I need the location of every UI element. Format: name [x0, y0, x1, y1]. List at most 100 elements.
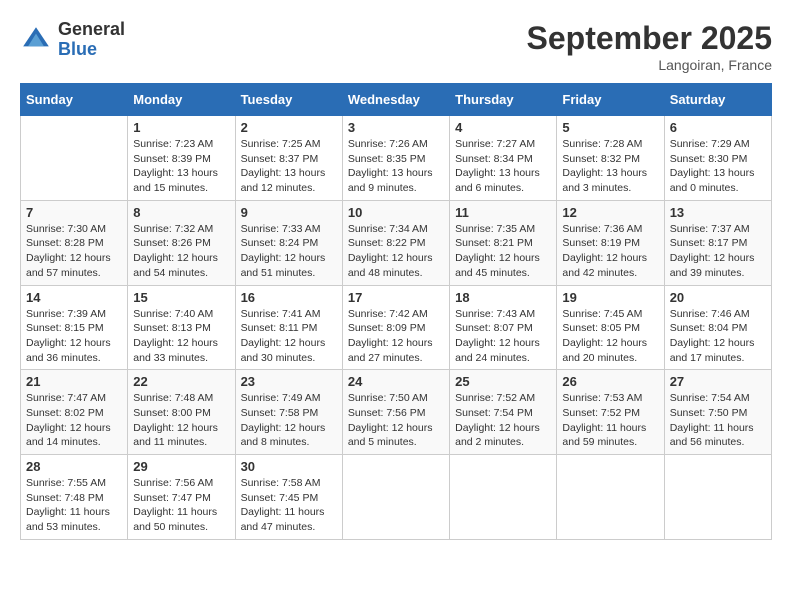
- cell-text: and 50 minutes.: [133, 520, 229, 535]
- cell-text: Sunrise: 7:56 AM: [133, 476, 229, 491]
- col-header-wednesday: Wednesday: [342, 84, 449, 116]
- calendar-cell: 17Sunrise: 7:42 AMSunset: 8:09 PMDayligh…: [342, 285, 449, 370]
- day-number: 25: [455, 374, 551, 389]
- cell-text: Sunset: 8:30 PM: [670, 152, 766, 167]
- cell-text: Sunrise: 7:48 AM: [133, 391, 229, 406]
- cell-text: Daylight: 13 hours: [133, 166, 229, 181]
- cell-text: and 33 minutes.: [133, 351, 229, 366]
- cell-text: Sunrise: 7:52 AM: [455, 391, 551, 406]
- cell-text: and 54 minutes.: [133, 266, 229, 281]
- cell-text: Sunrise: 7:55 AM: [26, 476, 122, 491]
- cell-text: Sunrise: 7:58 AM: [241, 476, 337, 491]
- cell-text: Daylight: 12 hours: [133, 421, 229, 436]
- cell-text: Daylight: 12 hours: [670, 251, 766, 266]
- cell-text: and 53 minutes.: [26, 520, 122, 535]
- cell-text: and 56 minutes.: [670, 435, 766, 450]
- cell-text: Sunrise: 7:45 AM: [562, 307, 658, 322]
- cell-text: Sunset: 7:50 PM: [670, 406, 766, 421]
- cell-text: and 15 minutes.: [133, 181, 229, 196]
- header-row: SundayMondayTuesdayWednesdayThursdayFrid…: [21, 84, 772, 116]
- calendar-cell: 26Sunrise: 7:53 AMSunset: 7:52 PMDayligh…: [557, 370, 664, 455]
- cell-text: Daylight: 12 hours: [670, 336, 766, 351]
- cell-text: and 9 minutes.: [348, 181, 444, 196]
- day-number: 3: [348, 120, 444, 135]
- calendar-cell: 14Sunrise: 7:39 AMSunset: 8:15 PMDayligh…: [21, 285, 128, 370]
- week-row-5: 28Sunrise: 7:55 AMSunset: 7:48 PMDayligh…: [21, 455, 772, 540]
- day-number: 10: [348, 205, 444, 220]
- col-header-tuesday: Tuesday: [235, 84, 342, 116]
- cell-text: Sunset: 8:35 PM: [348, 152, 444, 167]
- cell-text: and 39 minutes.: [670, 266, 766, 281]
- cell-text: Daylight: 13 hours: [348, 166, 444, 181]
- location-text: Langoiran, France: [527, 57, 772, 73]
- cell-text: Sunset: 8:24 PM: [241, 236, 337, 251]
- day-number: 13: [670, 205, 766, 220]
- cell-text: Sunset: 8:15 PM: [26, 321, 122, 336]
- cell-text: Sunset: 7:47 PM: [133, 491, 229, 506]
- day-number: 22: [133, 374, 229, 389]
- col-header-saturday: Saturday: [664, 84, 771, 116]
- cell-text: Daylight: 13 hours: [670, 166, 766, 181]
- cell-text: Sunset: 8:02 PM: [26, 406, 122, 421]
- calendar-cell: [342, 455, 449, 540]
- cell-text: Daylight: 12 hours: [455, 421, 551, 436]
- cell-text: Sunrise: 7:39 AM: [26, 307, 122, 322]
- cell-text: Sunrise: 7:26 AM: [348, 137, 444, 152]
- calendar-cell: 12Sunrise: 7:36 AMSunset: 8:19 PMDayligh…: [557, 200, 664, 285]
- cell-text: and 48 minutes.: [348, 266, 444, 281]
- calendar-cell: 9Sunrise: 7:33 AMSunset: 8:24 PMDaylight…: [235, 200, 342, 285]
- day-number: 6: [670, 120, 766, 135]
- cell-text: and 8 minutes.: [241, 435, 337, 450]
- cell-text: and 11 minutes.: [133, 435, 229, 450]
- calendar-cell: 15Sunrise: 7:40 AMSunset: 8:13 PMDayligh…: [128, 285, 235, 370]
- day-number: 2: [241, 120, 337, 135]
- calendar-cell: 19Sunrise: 7:45 AMSunset: 8:05 PMDayligh…: [557, 285, 664, 370]
- calendar-cell: 30Sunrise: 7:58 AMSunset: 7:45 PMDayligh…: [235, 455, 342, 540]
- day-number: 18: [455, 290, 551, 305]
- cell-text: Sunrise: 7:50 AM: [348, 391, 444, 406]
- cell-text: Sunrise: 7:54 AM: [670, 391, 766, 406]
- day-number: 20: [670, 290, 766, 305]
- cell-text: Sunset: 7:52 PM: [562, 406, 658, 421]
- day-number: 27: [670, 374, 766, 389]
- cell-text: and 0 minutes.: [670, 181, 766, 196]
- week-row-4: 21Sunrise: 7:47 AMSunset: 8:02 PMDayligh…: [21, 370, 772, 455]
- calendar-cell: 2Sunrise: 7:25 AMSunset: 8:37 PMDaylight…: [235, 116, 342, 201]
- day-number: 4: [455, 120, 551, 135]
- calendar-cell: 24Sunrise: 7:50 AMSunset: 7:56 PMDayligh…: [342, 370, 449, 455]
- day-number: 5: [562, 120, 658, 135]
- cell-text: Daylight: 12 hours: [562, 336, 658, 351]
- calendar-cell: [664, 455, 771, 540]
- cell-text: and 30 minutes.: [241, 351, 337, 366]
- calendar-cell: 6Sunrise: 7:29 AMSunset: 8:30 PMDaylight…: [664, 116, 771, 201]
- calendar-cell: [557, 455, 664, 540]
- calendar-cell: 8Sunrise: 7:32 AMSunset: 8:26 PMDaylight…: [128, 200, 235, 285]
- cell-text: Daylight: 11 hours: [241, 505, 337, 520]
- cell-text: and 47 minutes.: [241, 520, 337, 535]
- calendar-cell: 29Sunrise: 7:56 AMSunset: 7:47 PMDayligh…: [128, 455, 235, 540]
- cell-text: Sunrise: 7:36 AM: [562, 222, 658, 237]
- cell-text: and 59 minutes.: [562, 435, 658, 450]
- cell-text: Daylight: 12 hours: [26, 336, 122, 351]
- logo-icon: [20, 24, 52, 56]
- cell-text: and 27 minutes.: [348, 351, 444, 366]
- cell-text: and 45 minutes.: [455, 266, 551, 281]
- cell-text: Daylight: 12 hours: [133, 251, 229, 266]
- day-number: 17: [348, 290, 444, 305]
- calendar-cell: [450, 455, 557, 540]
- cell-text: and 3 minutes.: [562, 181, 658, 196]
- week-row-3: 14Sunrise: 7:39 AMSunset: 8:15 PMDayligh…: [21, 285, 772, 370]
- day-number: 12: [562, 205, 658, 220]
- cell-text: Daylight: 12 hours: [241, 336, 337, 351]
- cell-text: Sunset: 8:34 PM: [455, 152, 551, 167]
- calendar-cell: 18Sunrise: 7:43 AMSunset: 8:07 PMDayligh…: [450, 285, 557, 370]
- cell-text: Sunrise: 7:49 AM: [241, 391, 337, 406]
- cell-text: Sunset: 8:26 PM: [133, 236, 229, 251]
- month-title: September 2025: [527, 20, 772, 57]
- cell-text: Daylight: 11 hours: [670, 421, 766, 436]
- cell-text: Sunset: 8:05 PM: [562, 321, 658, 336]
- calendar-cell: 1Sunrise: 7:23 AMSunset: 8:39 PMDaylight…: [128, 116, 235, 201]
- cell-text: Daylight: 13 hours: [241, 166, 337, 181]
- cell-text: Sunrise: 7:53 AM: [562, 391, 658, 406]
- cell-text: Sunset: 8:19 PM: [562, 236, 658, 251]
